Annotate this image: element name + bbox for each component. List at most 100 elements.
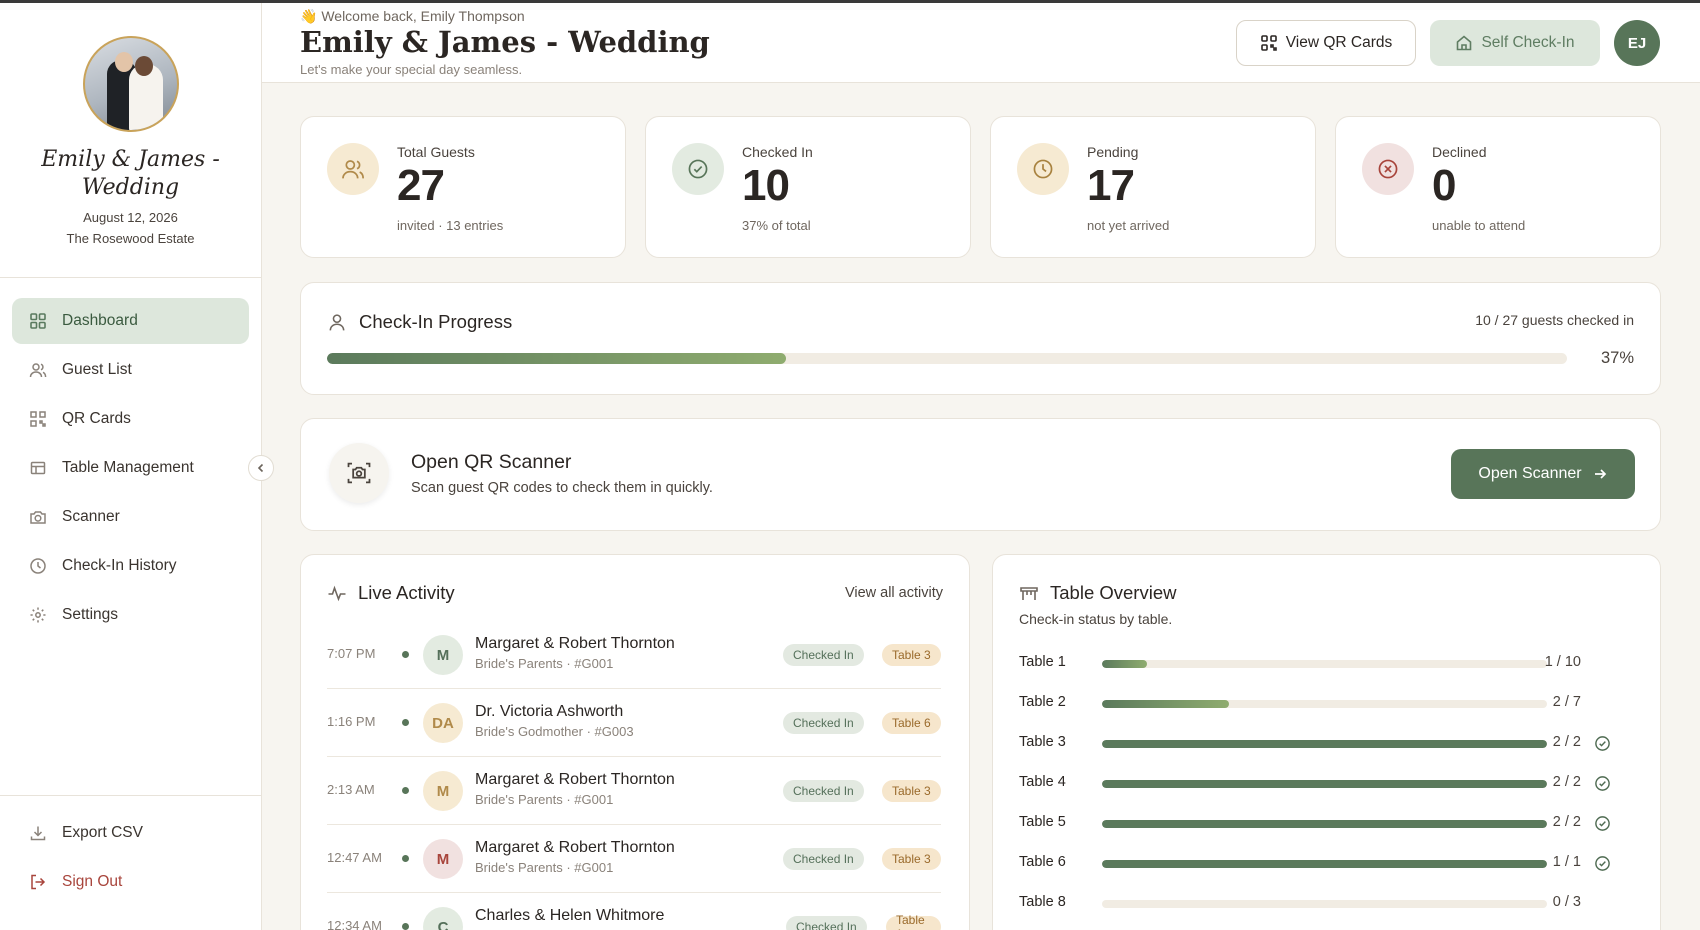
table-badge: Table 6: [882, 712, 941, 734]
sidebar-item-table-management[interactable]: Table Management: [12, 445, 249, 491]
user-avatar[interactable]: EJ: [1614, 20, 1660, 66]
status-badge: Checked In: [783, 644, 864, 666]
sidebar-item-guest-list[interactable]: Guest List: [12, 347, 249, 393]
view-qr-cards-button[interactable]: View QR Cards: [1236, 20, 1416, 66]
table-name: Table 5: [1019, 814, 1066, 830]
activity-row[interactable]: 12:47 AM M Margaret & Robert Thornton Bride…: [327, 825, 941, 893]
guest-avatar: C: [423, 907, 463, 930]
status-dot: [402, 719, 409, 726]
sidebar-item-label: Dashboard: [62, 312, 138, 329]
activity-time: 2:13 AM: [327, 782, 375, 797]
status-badge: Checked In: [783, 848, 864, 870]
progress-header: Check-In Progress: [327, 311, 512, 333]
view-qr-cards-label: View QR Cards: [1285, 34, 1393, 51]
table-badge: Table 3: [882, 848, 941, 870]
stat-sub: 37% of total: [742, 218, 811, 233]
view-all-activity-link[interactable]: View all activity: [845, 585, 943, 601]
check-circle-icon: [672, 143, 724, 195]
table-overview-card: Table Overview Check-in status by table.…: [992, 554, 1661, 930]
self-check-in-button[interactable]: Self Check-In: [1430, 20, 1600, 66]
stat-card-pending: Pending 17 not yet arrived: [990, 116, 1316, 258]
open-scanner-button[interactable]: Open Scanner: [1451, 449, 1635, 499]
sidebar-item-check-in-history[interactable]: Check-In History: [12, 543, 249, 589]
table-row[interactable]: Table 2 2 / 7: [1019, 692, 1637, 716]
table-name: Table 6: [1019, 854, 1066, 870]
table-row[interactable]: Table 6 1 / 1: [1019, 852, 1637, 876]
table-progress-fill: [1102, 780, 1547, 788]
guest-avatar: M: [423, 771, 463, 811]
table-count: 2 / 2: [1552, 734, 1581, 750]
status-badge: Checked In: [783, 780, 864, 802]
event-profile: Emily & James - Wedding August 12, 2026 …: [0, 3, 261, 278]
event-venue: The Rosewood Estate: [66, 231, 195, 246]
activity-row[interactable]: 1:16 PM DA Dr. Victoria Ashworth Bride's Go…: [327, 689, 941, 757]
self-check-in-label: Self Check-In: [1481, 34, 1575, 51]
status-badge: Checked In: [783, 712, 864, 734]
check-circle-icon: [1594, 735, 1611, 752]
table-row[interactable]: Table 1 1 / 10: [1019, 652, 1637, 676]
table-progress-bar: [1102, 660, 1547, 668]
stat-value: 0: [1432, 161, 1457, 210]
home-icon: [1455, 34, 1473, 52]
guest-meta: Bride's Parents · #G001: [475, 656, 614, 671]
sign-out-button[interactable]: Sign Out: [12, 859, 249, 905]
stat-label: Pending: [1087, 144, 1139, 160]
table-icon: [1019, 583, 1039, 603]
activity-time: 12:47 AM: [327, 850, 382, 865]
stat-card-checked-in: Checked In 10 37% of total: [645, 116, 971, 258]
table-row[interactable]: Table 4 2 / 2: [1019, 772, 1637, 796]
table-progress-bar: [1102, 780, 1547, 788]
users-icon: [28, 360, 48, 380]
export-csv-label: Export CSV: [62, 824, 143, 841]
table-overview-header: Table Overview: [1019, 582, 1176, 604]
table-row[interactable]: Table 3 2 / 2: [1019, 732, 1637, 756]
live-activity-card: Live Activity View all activity 7:07 PM M…: [300, 554, 970, 930]
table-overview-subtitle: Check-in status by table.: [1019, 611, 1173, 627]
gear-icon: [28, 605, 48, 625]
table-row[interactable]: Table 5 2 / 2: [1019, 812, 1637, 836]
sidebar-item-scanner[interactable]: Scanner: [12, 494, 249, 540]
activity-time: 12:34 AM: [327, 918, 382, 930]
activity-row[interactable]: 7:07 PM M Margaret & Robert Thornton Bride'…: [327, 621, 941, 689]
collapse-sidebar-button[interactable]: [248, 455, 274, 481]
sidebar-nav: Dashboard Guest List QR Cards Table Mana…: [0, 278, 261, 638]
couple-photo: [82, 36, 179, 132]
stat-label: Checked In: [742, 144, 813, 160]
progress-percent: 37%: [1600, 349, 1634, 367]
table-progress-bar: [1102, 740, 1547, 748]
activity-row[interactable]: 2:13 AM M Margaret & Robert Thornton Bride'…: [327, 757, 941, 825]
table-progress-bar: [1102, 700, 1547, 708]
table-count: 2 / 2: [1552, 814, 1581, 830]
event-date: August 12, 2026: [83, 210, 178, 225]
sidebar-item-dashboard[interactable]: Dashboard: [12, 298, 249, 344]
activity-time: 1:16 PM: [327, 714, 376, 729]
table-progress-fill: [1102, 660, 1147, 668]
stat-sub: not yet arrived: [1087, 218, 1170, 233]
table-progress-bar: [1102, 820, 1547, 828]
sidebar-item-label: Check-In History: [62, 557, 177, 574]
guest-meta: Bride's Parents · #G001: [475, 792, 614, 807]
table-overview-title: Table Overview: [1050, 582, 1177, 603]
stat-value: 17: [1087, 161, 1135, 210]
sidebar-item-settings[interactable]: Settings: [12, 592, 249, 638]
activity-time: 7:07 PM: [327, 646, 376, 661]
activity-row[interactable]: 12:34 AMCCharles & Helen WhitmoreGroom's…: [327, 893, 941, 930]
table-progress-fill: [1102, 860, 1547, 868]
sidebar-item-qr-cards[interactable]: QR Cards: [12, 396, 249, 442]
status-dot: [402, 923, 409, 930]
table-badge: Table 3: [882, 644, 941, 666]
activity-list: 7:07 PM M Margaret & Robert Thornton Bride'…: [327, 621, 941, 930]
stat-value: 27: [397, 161, 445, 210]
stat-label: Total Guests: [397, 144, 475, 160]
sidebar-footer: Export CSV Sign Out: [0, 795, 261, 908]
table-count: 0 / 3: [1552, 894, 1581, 910]
page-subtitle: Let's make your special day seamless.: [300, 62, 523, 77]
clock-icon: [28, 556, 48, 576]
table-row[interactable]: Table 8 0 / 3: [1019, 892, 1637, 916]
activity-pulse-icon: [327, 583, 347, 603]
table-name: Table 1: [1019, 654, 1066, 670]
scanner-subtitle: Scan guest QR codes to check them in qui…: [411, 480, 713, 496]
export-csv-button[interactable]: Export CSV: [12, 810, 249, 856]
chevron-left-icon: [255, 462, 267, 474]
sign-out-label: Sign Out: [62, 873, 123, 890]
